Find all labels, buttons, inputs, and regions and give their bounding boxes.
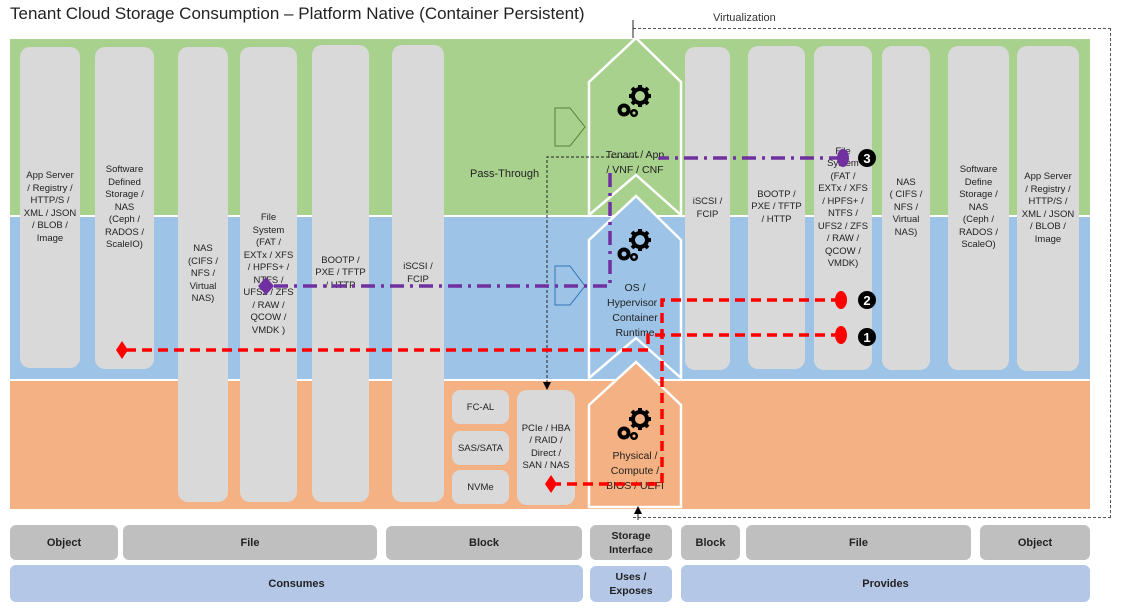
data-paths: 3 2 1	[116, 20, 876, 520]
path-1-arrowhead	[116, 341, 128, 359]
path-2-arrowhead	[545, 475, 557, 493]
role-provides: Provides	[681, 565, 1090, 602]
path-1-endpoint	[835, 326, 847, 344]
path-3-number: 3	[863, 151, 870, 166]
category-object-consumes: Object	[10, 525, 118, 560]
role-uses-exposes: Uses / Exposes	[590, 566, 672, 602]
path-1-number: 1	[863, 330, 870, 345]
path-3-endpoint	[837, 149, 849, 167]
path-3-line	[658, 156, 843, 160]
category-file-consumes: File	[123, 525, 377, 560]
path-2-line	[556, 298, 841, 486]
category-block-provides: Block	[681, 525, 740, 560]
role-consumes: Consumes	[10, 565, 583, 602]
path-2-endpoint	[835, 291, 847, 309]
path-2-number: 2	[863, 293, 870, 308]
category-storage-interface: Storage Interface	[590, 525, 672, 560]
path-3-line-down	[270, 173, 612, 288]
path-1-line	[126, 333, 841, 352]
category-file-provides: File	[746, 525, 971, 560]
category-object-provides: Object	[980, 525, 1090, 560]
category-block-consumes: Block	[386, 526, 582, 560]
path-3-arrowhead	[258, 277, 274, 295]
